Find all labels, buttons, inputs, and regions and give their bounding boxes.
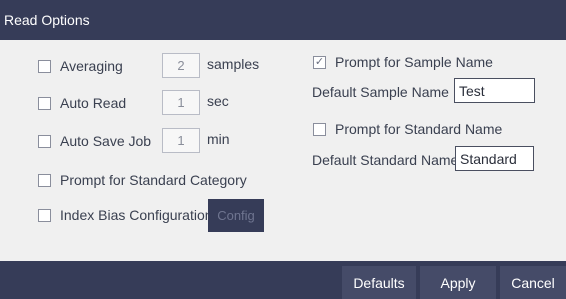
prompt-standard-name-label: Prompt for Standard Name <box>335 121 503 137</box>
dialog-titlebar: Read Options <box>0 0 566 40</box>
prompt-standard-category-label: Prompt for Standard Category <box>60 172 247 188</box>
prompt-standard-category-option[interactable]: Prompt for Standard Category <box>38 172 247 188</box>
apply-button[interactable]: Apply <box>420 266 496 299</box>
index-bias-config-button[interactable]: Config <box>208 199 264 232</box>
prompt-standard-name-checkbox[interactable] <box>313 122 326 136</box>
auto-save-job-unit: min <box>207 131 230 147</box>
default-standard-name-input[interactable]: Standard <box>455 146 534 171</box>
default-sample-name-input[interactable]: Test <box>454 78 535 103</box>
prompt-sample-name-option[interactable]: ✓ Prompt for Sample Name <box>313 54 493 70</box>
auto-save-job-label: Auto Save Job <box>60 133 152 149</box>
index-bias-option[interactable]: Index Bias Configuration <box>38 207 213 223</box>
auto-read-label: Auto Read <box>60 95 127 111</box>
defaults-button[interactable]: Defaults <box>342 266 416 299</box>
dialog-content: Averaging 2 samples Auto Read 1 sec Auto… <box>10 40 566 261</box>
default-standard-name-label: Default Standard Name <box>312 152 459 168</box>
prompt-sample-name-label: Prompt for Sample Name <box>335 54 493 70</box>
dialog-title: Read Options <box>4 12 90 28</box>
averaging-unit: samples <box>207 56 260 72</box>
auto-save-job-minutes-input[interactable]: 1 <box>162 128 200 153</box>
averaging-label: Averaging <box>60 58 123 74</box>
auto-read-checkbox[interactable] <box>38 96 51 110</box>
default-sample-name-label: Default Sample Name <box>312 84 449 100</box>
auto-read-seconds-input[interactable]: 1 <box>162 90 200 115</box>
prompt-standard-category-checkbox[interactable] <box>38 173 51 187</box>
prompt-sample-name-checkbox[interactable]: ✓ <box>313 55 326 69</box>
auto-read-unit: sec <box>207 93 229 109</box>
prompt-standard-name-option[interactable]: Prompt for Standard Name <box>313 121 502 137</box>
averaging-option[interactable]: Averaging <box>38 58 123 74</box>
read-options-dialog: Read Options Averaging 2 samples Auto Re… <box>0 0 566 299</box>
check-icon: ✓ <box>314 55 325 68</box>
index-bias-label: Index Bias Configuration <box>60 207 213 223</box>
averaging-samples-input[interactable]: 2 <box>162 53 200 78</box>
auto-read-option[interactable]: Auto Read <box>38 95 126 111</box>
auto-save-job-checkbox[interactable] <box>38 134 51 148</box>
averaging-checkbox[interactable] <box>38 59 51 73</box>
cancel-button[interactable]: Cancel <box>500 266 566 299</box>
auto-save-job-option[interactable]: Auto Save Job <box>38 133 151 149</box>
index-bias-checkbox[interactable] <box>38 208 51 222</box>
